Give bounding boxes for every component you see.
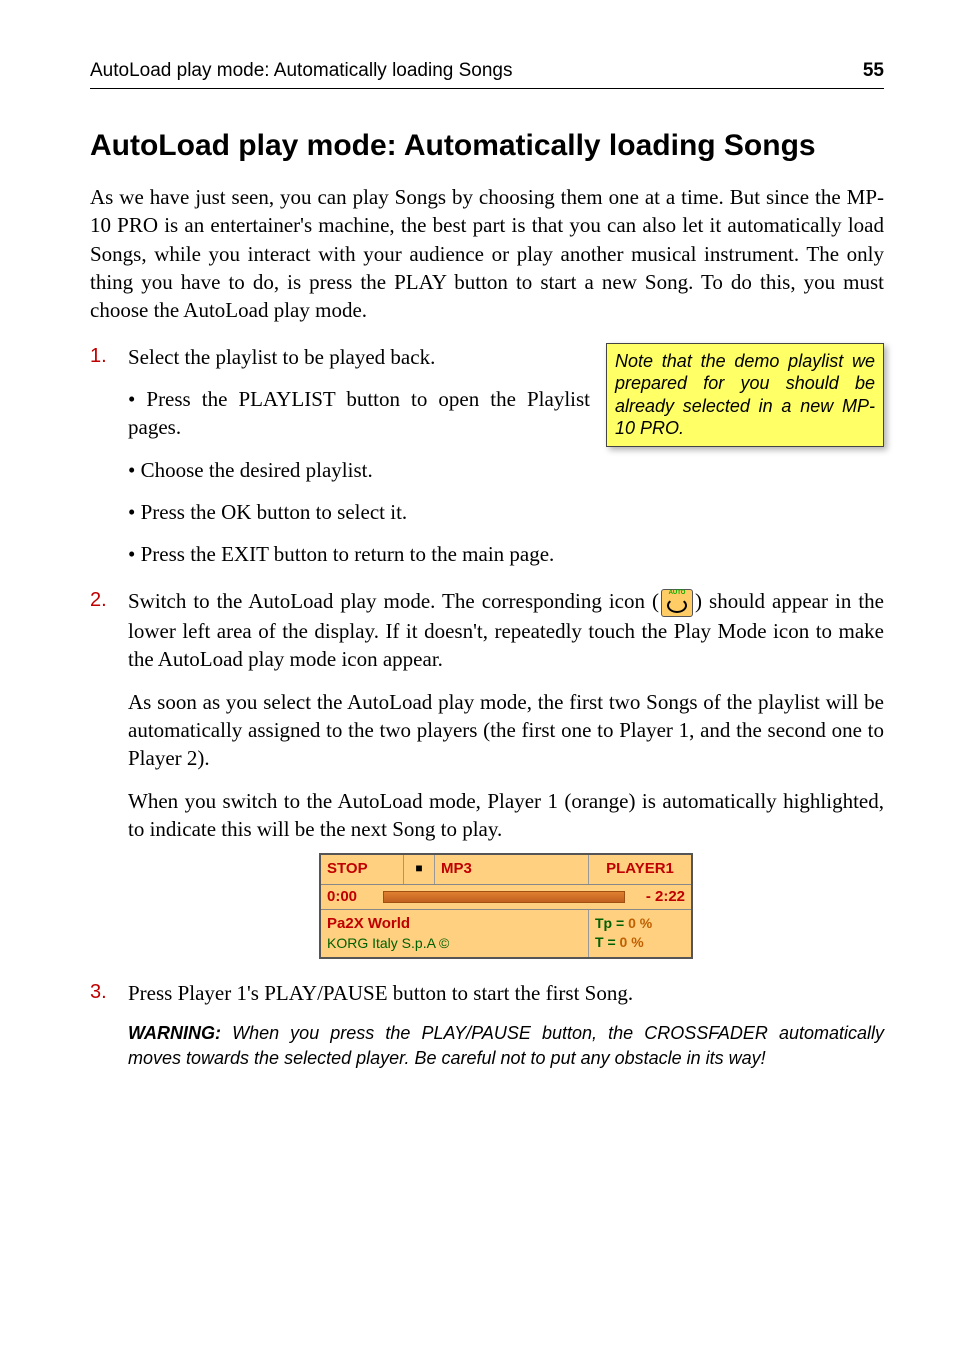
player-time-remaining: - 2:22 (631, 887, 685, 907)
step-1-bullet-2: • Choose the desired playlist. (128, 456, 884, 484)
autoload-icon-label: AUTO (662, 590, 692, 596)
warning-paragraph: WARNING: When you press the PLAY/PAUSE b… (128, 1021, 884, 1070)
player-song-title: Pa2X World (327, 914, 582, 934)
step-1-bullet-3: • Press the OK button to select it. (128, 498, 884, 526)
warning-text: When you press the PLAY/PAUSE button, th… (128, 1023, 884, 1067)
note-callout: Note that the demo playlist we prepared … (606, 343, 884, 447)
player-artist: KORG Italy S.p.A © (327, 934, 582, 953)
autoload-icon: AUTO (661, 589, 693, 617)
player-t-label: T = (595, 934, 616, 950)
step-2-text-a: Switch to the AutoLoad play mode. The co… (128, 589, 659, 613)
step-2: Switch to the AutoLoad play mode. The co… (90, 587, 884, 959)
step-3-text: Press Player 1's PLAY/PAUSE button to st… (128, 981, 633, 1005)
header-rule (90, 88, 884, 89)
page-number: 55 (863, 60, 884, 82)
player-t-value: 0 % (620, 934, 644, 950)
player-tp-value: 0 % (628, 915, 652, 931)
step-1-bullet-4: • Press the EXIT button to return to the… (128, 540, 884, 568)
page-title: AutoLoad play mode: Automatically loadin… (90, 129, 884, 163)
player-display: STOP ■ MP3 PLAYER1 0:00 - 2:22 Pa2X Worl… (319, 853, 693, 959)
stop-icon: ■ (404, 855, 435, 883)
autoload-icon-arrow (667, 598, 687, 613)
step-1-text: Select the playlist to be played back. (128, 345, 435, 369)
step-1: Note that the demo playlist we prepared … (90, 343, 884, 569)
intro-paragraph: As we have just seen, you can play Songs… (90, 183, 884, 325)
player-time-elapsed: 0:00 (327, 887, 377, 907)
player-format: MP3 (435, 855, 589, 883)
step-2-para-3: When you switch to the AutoLoad mode, Pl… (128, 787, 884, 844)
running-header: AutoLoad play mode: Automatically loadin… (90, 60, 513, 82)
warning-label: WARNING: (128, 1023, 221, 1043)
step-3: Press Player 1's PLAY/PAUSE button to st… (90, 979, 884, 1070)
player-label: PLAYER1 (589, 855, 691, 883)
step-2-para-2: As soon as you select the AutoLoad play … (128, 688, 884, 773)
player-tp-label: Tp = (595, 915, 624, 931)
player-progress-bar (383, 891, 625, 903)
player-status: STOP (321, 855, 404, 883)
